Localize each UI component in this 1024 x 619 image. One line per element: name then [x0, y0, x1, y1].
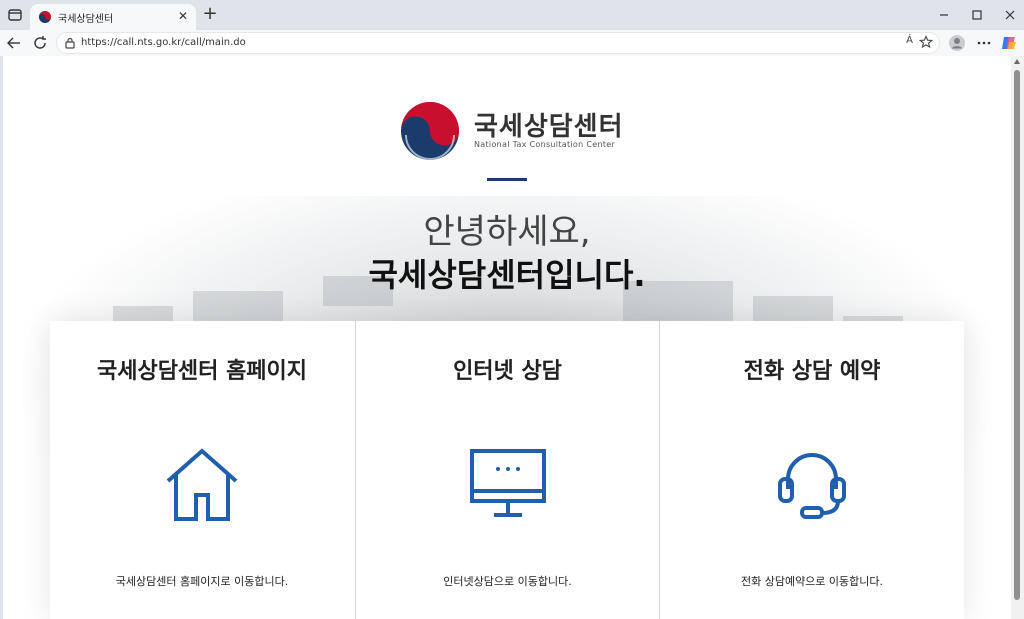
card-title: 국세상담센터 홈페이지 [96, 359, 308, 384]
site-info-icon[interactable] [63, 36, 77, 50]
greeting-line-2: 국세상담센터입니다. [368, 256, 646, 294]
card-description: 인터넷상담으로 이동합니다. [443, 575, 572, 588]
browser-toolbar: https://call.nts.go.kr/call/main.do Á [0, 30, 1024, 56]
browser-tab-active[interactable]: 국세상담센터 ✕ [30, 4, 196, 30]
service-cards: 국세상담센터 홈페이지 국세상담센터 홈페이지로 이동합니다. 인터넷 상담 인… [50, 321, 964, 619]
maximize-icon[interactable] [967, 5, 987, 25]
card-description: 국세상담센터 홈페이지로 이동합니다. [115, 575, 289, 588]
card-title: 인터넷 상담 [453, 359, 562, 384]
web-page: 국세상담센터 National Tax Consultation Center … [3, 56, 1011, 619]
logo-subtitle: National Tax Consultation Center [474, 140, 616, 149]
monitor-icon [469, 449, 546, 517]
page-scrollbar[interactable] [1011, 56, 1024, 619]
minimize-icon[interactable] [934, 5, 954, 25]
tab-close-icon[interactable]: ✕ [176, 9, 190, 23]
more-options-icon[interactable] [975, 34, 993, 52]
taegeuk-logo-icon [401, 102, 459, 160]
card-internet-consult[interactable]: 인터넷 상담 인터넷상담으로 이동합니다. [355, 321, 659, 619]
tab-actions-icon[interactable] [6, 6, 24, 24]
read-aloud-icon[interactable]: Á [906, 35, 913, 46]
address-bar[interactable]: https://call.nts.go.kr/call/main.do Á [56, 32, 940, 54]
taegeuk-favicon-icon [39, 11, 51, 23]
copilot-icon[interactable] [1000, 34, 1018, 52]
scroll-thumb[interactable] [1014, 70, 1020, 600]
card-homepage[interactable]: 국세상담센터 홈페이지 국세상담센터 홈페이지로 이동합니다. [50, 321, 354, 619]
reload-icon[interactable] [31, 34, 49, 52]
title-divider [487, 178, 527, 181]
scroll-up-arrow-icon[interactable] [1014, 59, 1020, 64]
card-title: 전화 상담 예약 [743, 359, 881, 384]
favorite-star-icon[interactable] [919, 35, 933, 49]
tab-title: 국세상담센터 [58, 14, 114, 25]
url-text[interactable]: https://call.nts.go.kr/call/main.do [81, 37, 246, 48]
greeting-line-1: 안녕하세요, [423, 212, 591, 252]
new-tab-icon[interactable]: + [201, 5, 219, 24]
card-description: 전화 상담예약으로 이동합니다. [740, 575, 884, 588]
home-icon [166, 448, 238, 521]
logo-title: 국세상담센터 [474, 112, 624, 142]
back-arrow-icon[interactable] [5, 34, 23, 52]
profile-avatar-icon[interactable] [948, 34, 966, 52]
close-window-icon[interactable] [1000, 5, 1020, 25]
tab-bar: 국세상담센터 ✕ + [0, 0, 1024, 30]
headset-icon [778, 453, 846, 519]
card-phone-reservation[interactable]: 전화 상담 예약 전화 상담예약으로 이동합니다. [659, 321, 964, 619]
